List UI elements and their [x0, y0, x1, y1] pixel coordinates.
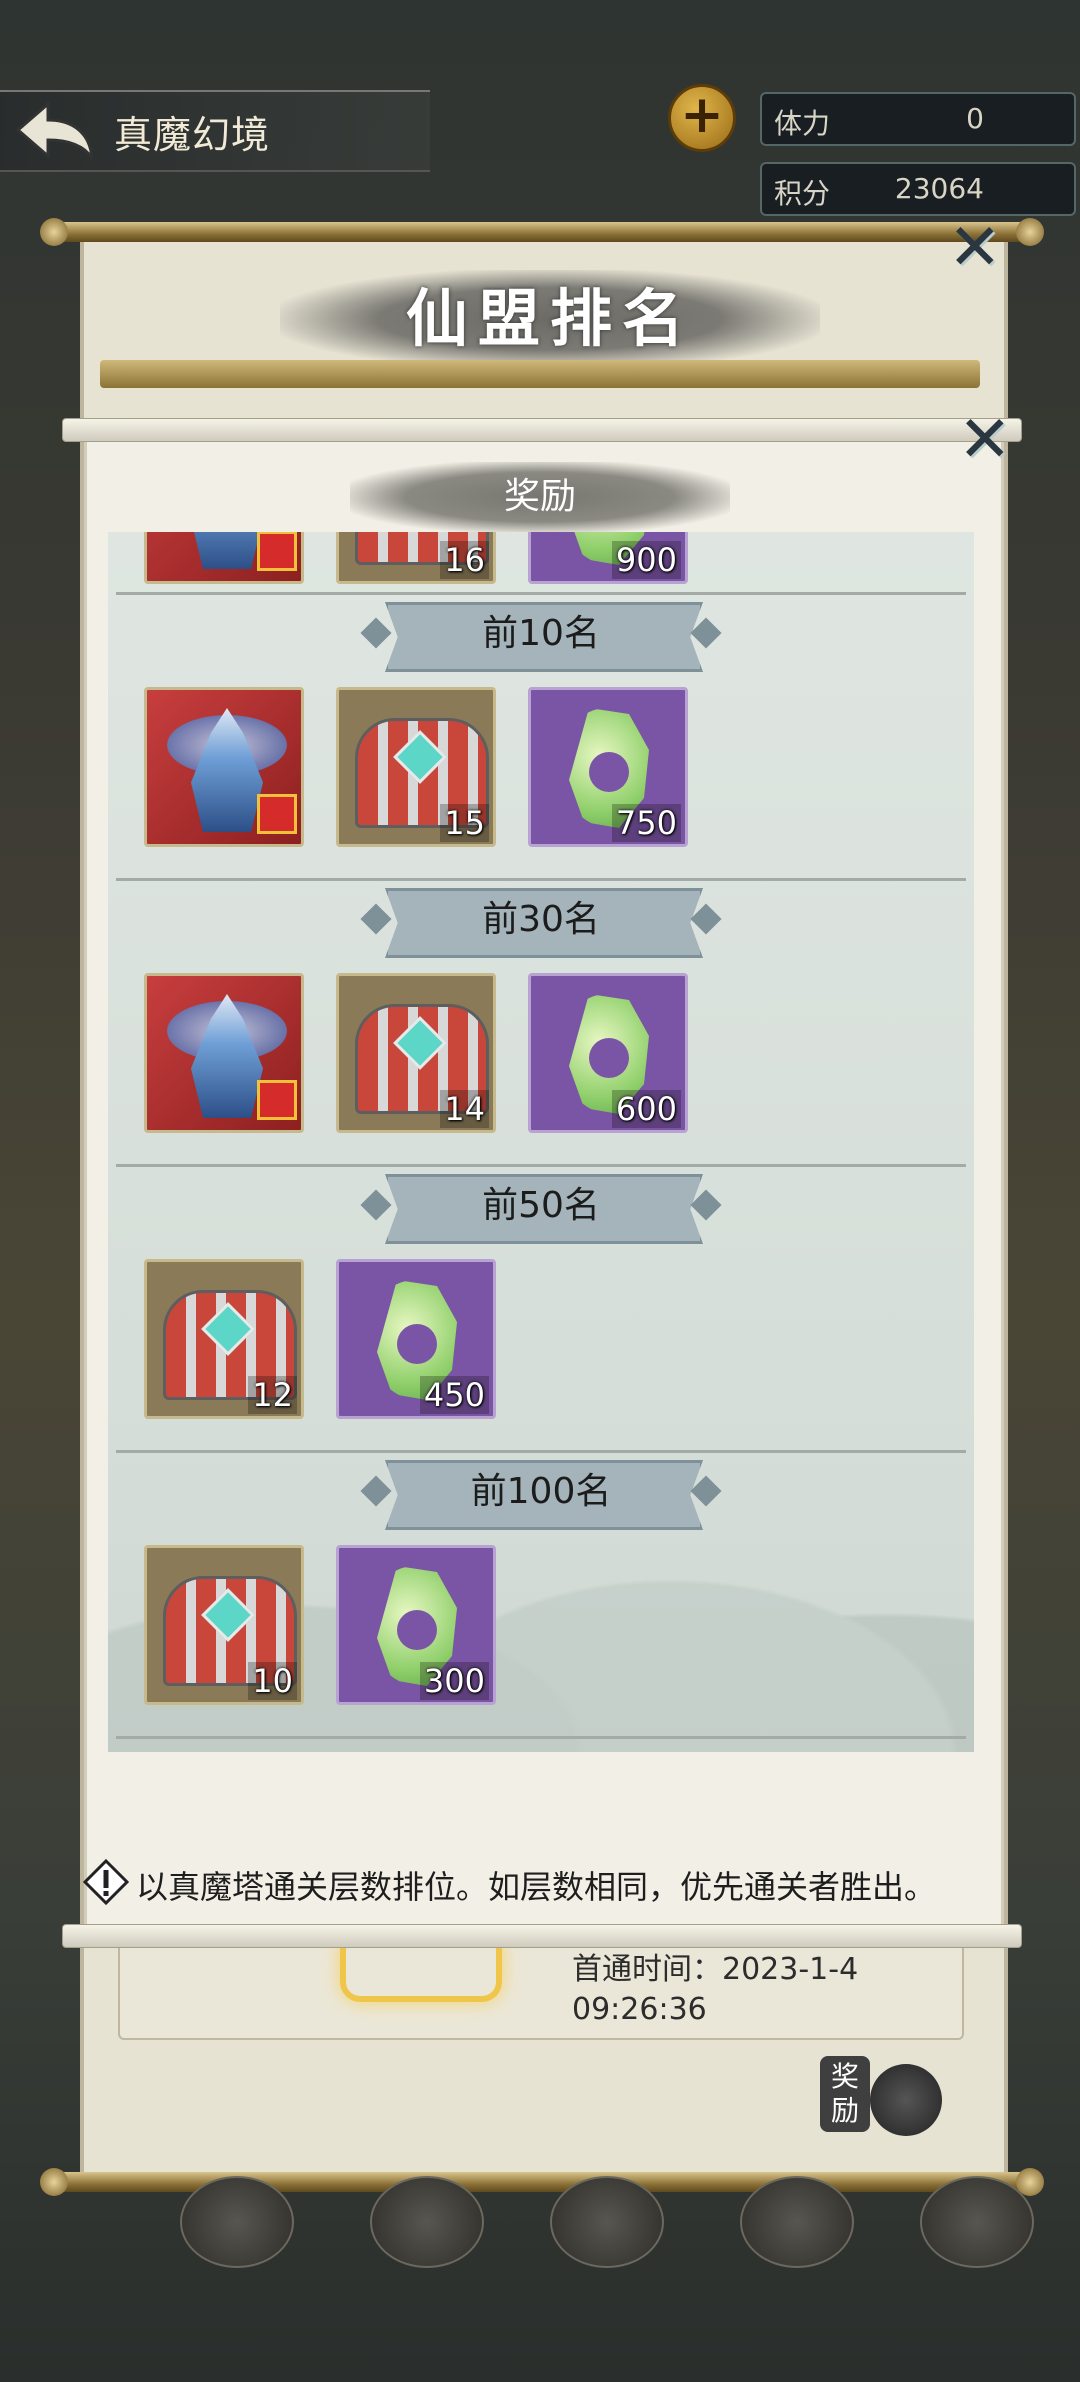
item-quantity: 12	[248, 1376, 297, 1414]
rod-knob	[40, 2168, 68, 2196]
item-quantity: 600	[611, 1090, 681, 1128]
tier-banner: 前100名	[360, 1460, 722, 1530]
reward-item-jade[interactable]: 600	[528, 973, 688, 1133]
item-quantity: 450	[419, 1376, 489, 1414]
scroll-rod-top	[44, 222, 1036, 242]
tier-label: 前10名	[482, 613, 600, 654]
reward-item-jade[interactable]: 900	[528, 532, 688, 584]
item-quantity: 750	[611, 804, 681, 842]
item-quantity: 16	[440, 541, 489, 579]
jade-hole	[589, 752, 629, 792]
reward-button-label: 奖励	[820, 2056, 870, 2132]
first-clear-clock: 09:26:36	[572, 1992, 707, 2027]
score-stat: 积分 23064	[760, 162, 1076, 216]
item-quantity: 300	[419, 1662, 489, 1700]
score-value: 23064	[894, 172, 984, 205]
reward-button[interactable]: 奖励	[820, 2050, 950, 2160]
bottom-nav-icon[interactable]	[550, 2176, 664, 2268]
gift-icon	[257, 1080, 297, 1120]
back-arrow-icon[interactable]	[14, 100, 96, 160]
item-quantity: 14	[440, 1090, 489, 1128]
dialog-rod-bottom	[62, 1924, 1022, 1948]
first-clear-time: 首通时间：2023-1-4 09:26:36	[572, 1950, 858, 2030]
rod-knob	[40, 218, 68, 246]
rule-note-text: 以真魔塔通关层数排位。如层数相同，优先通关者胜出。	[136, 1868, 937, 1906]
rule-note: 以真魔塔通关层数排位。如层数相同，优先通关者胜出。	[82, 1856, 1002, 1912]
costume-figure	[191, 532, 263, 569]
reward-item-costume[interactable]	[144, 687, 304, 847]
bottom-nav-icon[interactable]	[740, 2176, 854, 2268]
reward-item-jade[interactable]: 450	[336, 1259, 496, 1419]
tier-banner: 前10名	[360, 602, 722, 672]
reward-item-chest[interactable]: 10	[144, 1545, 304, 1705]
jade-hole	[589, 1038, 629, 1078]
tier-divider	[116, 592, 966, 595]
rod-knob	[1016, 218, 1044, 246]
tier-label: 前30名	[482, 899, 600, 940]
dialog-title: 奖励	[350, 462, 730, 532]
reward-item-chest[interactable]: 15	[336, 687, 496, 847]
reward-item-jade[interactable]: 300	[336, 1545, 496, 1705]
reward-item-chest[interactable]: 12	[144, 1259, 304, 1419]
item-quantity: 900	[611, 541, 681, 579]
gift-icon	[257, 794, 297, 834]
page-title: 真魔幻境	[114, 113, 271, 157]
add-stamina-button[interactable]: +	[668, 84, 736, 152]
bottom-nav-icon[interactable]	[370, 2176, 484, 2268]
tier-banner: 前50名	[360, 1174, 722, 1244]
tier-divider	[116, 1164, 966, 1167]
reward-item-costume[interactable]	[144, 532, 304, 584]
close-ranking-icon[interactable]: ✕	[948, 216, 1002, 280]
jade-hole	[397, 1610, 437, 1650]
chest-icon	[870, 2064, 942, 2136]
item-quantity: 10	[248, 1662, 297, 1700]
first-clear-date: 首通时间：2023-1-4	[572, 1952, 859, 1987]
reward-list[interactable]: 16 900 前10名 15 750 前30名 14 600 前50名 12 4…	[108, 532, 974, 1752]
tier-divider	[116, 1450, 966, 1453]
tier-label: 前100名	[470, 1471, 612, 1512]
item-quantity: 15	[440, 804, 489, 842]
bottom-nav-icon[interactable]	[920, 2176, 1034, 2268]
stamina-stat: 体力 0	[760, 92, 1076, 146]
score-label: 积分	[774, 177, 831, 210]
reward-item-jade[interactable]: 750	[528, 687, 688, 847]
jade-hole	[397, 1324, 437, 1364]
reward-item-chest[interactable]: 16	[336, 532, 496, 584]
warning-icon	[82, 1858, 130, 1906]
bottom-nav-icon[interactable]	[180, 2176, 294, 2268]
tier-label: 前50名	[482, 1185, 600, 1226]
stamina-value: 0	[966, 102, 984, 135]
tier-banner: 前30名	[360, 888, 722, 958]
stamina-label: 体力	[774, 107, 831, 140]
tier-divider	[116, 878, 966, 881]
tier-divider	[116, 1736, 966, 1739]
ranking-title: 仙盟排名	[280, 270, 820, 368]
close-dialog-icon[interactable]: ✕	[958, 408, 1012, 472]
avatar-frame	[340, 1940, 502, 2002]
reward-item-chest[interactable]: 14	[336, 973, 496, 1133]
inner-scroll-rod	[100, 360, 980, 388]
reward-item-costume[interactable]	[144, 973, 304, 1133]
dialog-rod-top	[62, 418, 1022, 442]
bottom-icon-bar	[140, 2176, 1040, 2268]
gift-icon	[257, 532, 297, 571]
